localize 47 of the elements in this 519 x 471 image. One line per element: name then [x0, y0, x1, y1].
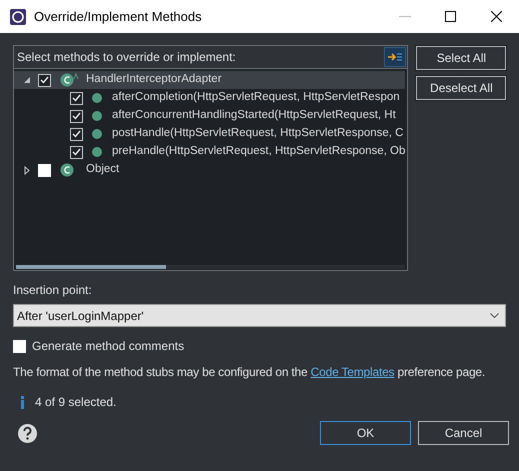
method-dot-icon: [92, 129, 102, 139]
maximize-icon[interactable]: [445, 11, 456, 22]
info-sentence: The format of the method stubs may be configured on the Code Templates preference page.: [13, 364, 486, 381]
checkbox[interactable]: [13, 340, 26, 352]
dialog-button[interactable]: Cancel: [418, 421, 509, 445]
method-signature: afterCompletion(HttpServletRequest, HttpServletRespon: [112, 90, 400, 106]
close-icon[interactable]: [491, 11, 502, 22]
tree-row[interactable]: afterCompletion(HttpServletRequest, HttpServletRespon: [14, 89, 406, 107]
window-title: Override/Implement Methods: [34, 8, 202, 26]
method-dot-icon: [92, 93, 102, 103]
checkbox[interactable]: [70, 128, 83, 140]
tree-row[interactable]: preHandle(HttpServletRequest, HttpServletResponse, Ob: [14, 143, 406, 161]
collapsed-arrow-icon[interactable]: [22, 165, 32, 175]
checkbox[interactable]: [70, 146, 83, 158]
method-dot-icon: [92, 111, 102, 121]
sort-icon: [387, 51, 404, 63]
insertion-point-dropdown[interactable]: After 'userLoginMapper': [13, 304, 506, 327]
method-signature: afterConcurrentHandlingStarted(HttpServletRequest, Ht: [112, 108, 396, 124]
checkbox-label[interactable]: Generate method comments: [32, 337, 184, 355]
chevron-down-icon: [490, 313, 499, 318]
class-name: Object: [86, 162, 120, 178]
app-icon: [10, 8, 26, 24]
tree-header: Select methods to override or implement:: [17, 49, 237, 66]
checkbox[interactable]: [70, 92, 83, 104]
horizontal-scrollbar[interactable]: [16, 265, 406, 269]
sort-toggle-button[interactable]: [384, 47, 406, 67]
class-name: HandlerInterceptorAdapter: [86, 72, 222, 88]
method-signature: postHandle(HttpServletRequest, HttpServletResponse, C: [112, 126, 404, 142]
tree-row[interactable]: postHandle(HttpServletRequest, HttpServletResponse, C: [14, 125, 406, 143]
checkbox[interactable]: [38, 164, 51, 176]
side-button[interactable]: Deselect All: [416, 76, 506, 100]
tree-row[interactable]: HandlerInterceptorAdapter: [14, 71, 406, 89]
selection-status: 4 of 9 selected.: [35, 394, 116, 411]
expanded-arrow-icon[interactable]: [22, 75, 32, 85]
dialog-button[interactable]: OK: [320, 421, 411, 445]
insertion-point-label: Insertion point:: [13, 282, 93, 299]
class-icon: [60, 73, 80, 87]
checkbox[interactable]: [70, 110, 83, 122]
help-icon[interactable]: [18, 424, 37, 442]
tree-row[interactable]: afterConcurrentHandlingStarted(HttpServletRequest, Ht: [14, 107, 406, 125]
tree-row[interactable]: Object: [14, 161, 406, 179]
info-icon: [20, 396, 25, 408]
method-dot-icon: [92, 147, 102, 157]
method-signature: preHandle(HttpServletRequest, HttpServletResponse, Ob: [112, 144, 406, 160]
code-templates-link[interactable]: Code Templates: [310, 365, 394, 379]
checkbox[interactable]: [38, 74, 51, 86]
side-button[interactable]: Select All: [416, 46, 506, 70]
